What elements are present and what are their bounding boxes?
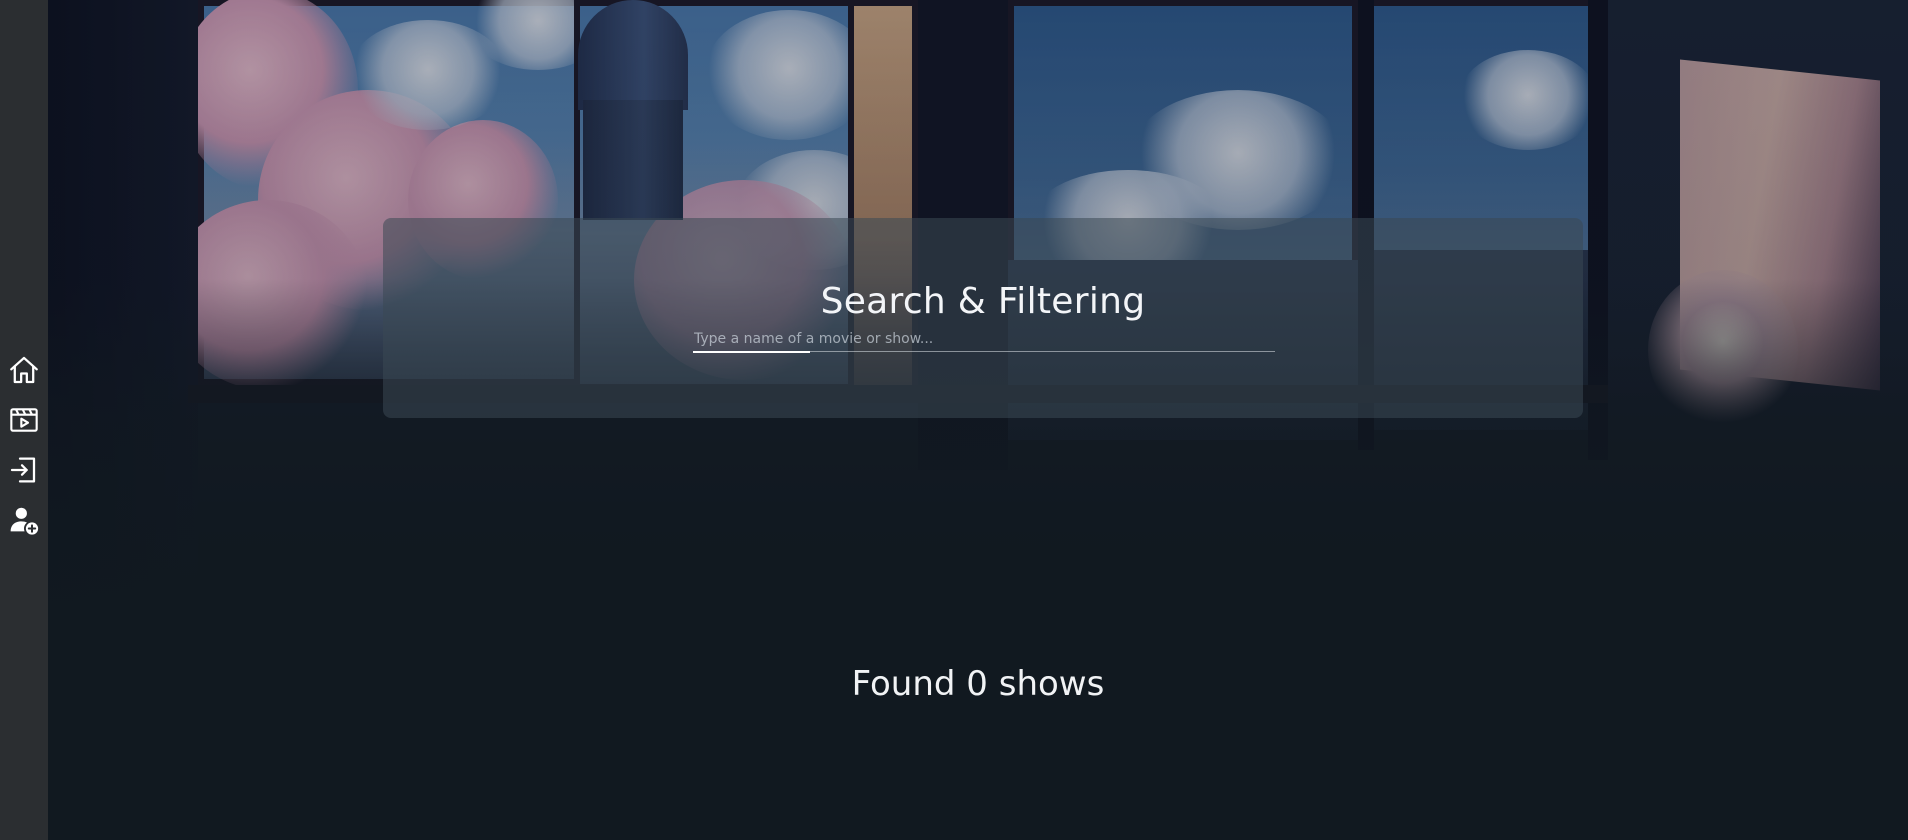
search-input-focus-underline: [693, 351, 810, 353]
video-icon: [8, 404, 40, 436]
search-field: [693, 326, 1275, 354]
home-icon: [7, 353, 41, 387]
sidebar-item-shows[interactable]: [0, 395, 48, 445]
login-icon: [8, 454, 40, 486]
sidebar-item-login[interactable]: [0, 445, 48, 495]
page-title: Search & Filtering: [820, 281, 1146, 322]
user-add-icon: [8, 504, 40, 536]
search-input[interactable]: [693, 326, 1275, 352]
results-count: Found 0 shows: [851, 664, 1105, 704]
sidebar: [0, 0, 48, 840]
sidebar-item-home[interactable]: [0, 345, 48, 395]
sidebar-nav: [0, 345, 48, 545]
sidebar-item-register[interactable]: [0, 495, 48, 545]
page: Search & Filtering Found 0 shows: [0, 0, 1908, 840]
search-panel: Search & Filtering: [383, 218, 1583, 418]
